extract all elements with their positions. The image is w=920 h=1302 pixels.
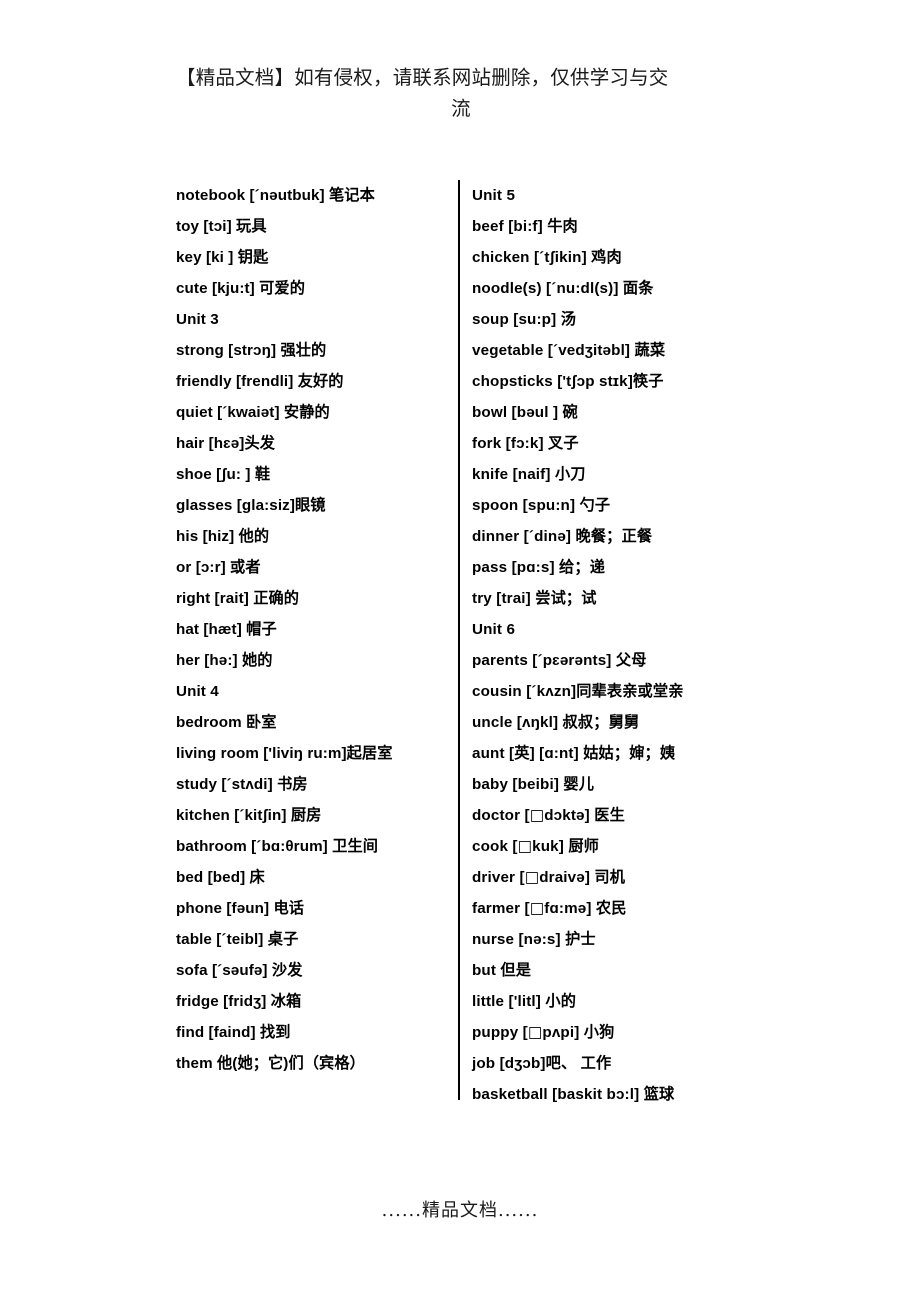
vocabulary-entry: Unit 3: [176, 311, 219, 328]
vocabulary-entry: farmer [□fɑ:mə] 农民: [472, 899, 627, 917]
vocabulary-entry: doctor [□dɔktə] 医生: [472, 806, 625, 824]
vocabulary-entry: right [rait] 正确的: [176, 590, 300, 607]
vocabulary-entry: hair [hɛə]头发: [176, 435, 276, 452]
vocabulary-entry: shoe [ʃu: ] 鞋: [176, 466, 271, 483]
vocabulary-entry: parents [´pɛərənts] 父母: [472, 652, 647, 669]
vocabulary-entry: knife [naif] 小刀: [472, 466, 586, 483]
vocabulary-entry: Unit 5: [472, 187, 516, 204]
vocabulary-column-right: Unit 5 beef [bi:f] 牛肉 chicken [´tʃikin] 鸡肉…: [472, 180, 752, 1110]
vocabulary-entry: living room ['liviŋ ru:m]起居室: [176, 745, 393, 762]
vocabulary-entry: them 他(她；它)们（宾格）: [176, 1055, 365, 1072]
vocabulary-entry: spoon [spu:n] 勺子: [472, 497, 611, 514]
missing-glyph-box: □: [517, 837, 533, 855]
vocabulary-column-left: notebook [´nəutbuk] 笔记本 toy [tɔi] 玩具 key […: [176, 180, 444, 1079]
vocabulary-entry: chopsticks ['tʃɔp stɪk]筷子: [472, 373, 664, 390]
header-line-2: 流: [451, 97, 471, 120]
vocabulary-entry: puppy [□pʌpi] 小狗: [472, 1023, 615, 1041]
vocabulary-entry: noodle(s) [´nu:dl(s)] 面条: [472, 280, 654, 297]
vocabulary-entry: kitchen [´kitʃin] 厨房: [176, 807, 322, 824]
vocabulary-entry: cute [kju:t] 可爱的: [176, 280, 306, 297]
vocabulary-entry: try [trai] 尝试；试: [472, 590, 597, 607]
vocabulary-entry: cousin [´kʌzn]同辈表亲或堂亲: [472, 683, 684, 700]
vocabulary-entry: his [hiz] 他的: [176, 528, 270, 545]
vocabulary-entry: little ['litl] 小的: [472, 993, 577, 1010]
missing-glyph-box: □: [524, 868, 540, 886]
vocabulary-entry: table [´teibl] 桌子: [176, 931, 299, 948]
vocabulary-entry: but 但是: [472, 962, 532, 979]
vocabulary-entry: baby [beibi] 婴儿: [472, 776, 595, 793]
missing-glyph-box: □: [529, 899, 545, 917]
vocabulary-entry: cook [□kuk] 厨师: [472, 837, 599, 855]
vocabulary-entry: or [ɔ:r] 或者: [176, 559, 261, 576]
header-line-1: 【精品文档】如有侵权，请联系网站删除，仅供学习与交: [176, 66, 669, 89]
vocabulary-entry: aunt [英] [ɑ:nt] 姑姑；婶；姨: [472, 745, 676, 762]
emphasized-gloss: 舅舅: [608, 713, 640, 731]
vocabulary-entry: beef [bi:f] 牛肉: [472, 218, 578, 235]
vocabulary-entry: pass [pɑ:s] 给；递: [472, 559, 606, 576]
vocabulary-entry: driver [□draivə] 司机: [472, 868, 626, 886]
vocabulary-entry: strong [strɔŋ] 强壮的: [176, 342, 327, 359]
vocabulary-entry: uncle [ʌŋkl] 叔叔；舅舅: [472, 713, 640, 731]
vocabulary-entry: friendly [frendli] 友好的: [176, 373, 344, 390]
document-header: 【精品文档】如有侵权，请联系网站删除，仅供学习与交 流: [176, 62, 746, 124]
vocabulary-entry: fridge [fridʒ] 冰箱: [176, 993, 302, 1010]
vocabulary-entry: notebook [´nəutbuk] 笔记本: [176, 187, 375, 204]
vocabulary-entry: vegetable [´vedʒitəbl] 蔬菜: [472, 342, 666, 359]
vocabulary-entry: key [ki ] 钥匙: [176, 249, 269, 266]
vocabulary-entry: job [dʒɔb]吧、 工作: [472, 1055, 612, 1072]
vocabulary-entry: phone [fəun] 电话: [176, 900, 305, 917]
vocabulary-entry: study [´stʌdi] 书房: [176, 776, 308, 793]
vocabulary-entry: soup [su:p] 汤: [472, 311, 577, 328]
vocabulary-entry: bathroom [´bɑ:θrum] 卫生间: [176, 838, 379, 855]
vocabulary-entry: quiet [´kwaiət] 安静的: [176, 404, 330, 421]
missing-glyph-box: □: [529, 806, 545, 824]
vocabulary-entry: hat [hæt] 帽子: [176, 621, 277, 638]
vocabulary-entry: bed [bed] 床: [176, 869, 265, 886]
vocabulary-entry: fork [fɔ:k] 叉子: [472, 435, 579, 452]
document-footer: ......精品文档......: [381, 1200, 539, 1221]
vocabulary-entry: bowl [bəul ] 碗: [472, 404, 578, 421]
vocabulary-entry: her [hə:] 她的: [176, 652, 273, 669]
column-divider: [458, 180, 460, 1100]
vocabulary-entry: nurse [nə:s] 护士: [472, 931, 596, 948]
vocabulary-entry: toy [tɔi] 玩具: [176, 218, 267, 235]
vocabulary-entry: dinner [´dinə] 晚餐；正餐: [472, 528, 653, 545]
vocabulary-entry: bedroom 卧室: [176, 714, 277, 731]
vocabulary-entry: glasses [gla:siz]眼镜: [176, 497, 326, 514]
vocabulary-entry: basketball [baskit bɔ:l] 篮球: [472, 1086, 675, 1103]
missing-glyph-box: □: [527, 1023, 543, 1041]
vocabulary-entry: Unit 4: [176, 683, 219, 700]
vocabulary-entry: chicken [´tʃikin] 鸡肉: [472, 249, 622, 266]
vocabulary-entry: sofa [´səufə] 沙发: [176, 962, 303, 979]
vocabulary-columns: notebook [´nəutbuk] 笔记本 toy [tɔi] 玩具 key […: [0, 180, 920, 1103]
vocabulary-entry: Unit 6: [472, 621, 516, 638]
vocabulary-entry: find [faind] 找到: [176, 1024, 291, 1041]
